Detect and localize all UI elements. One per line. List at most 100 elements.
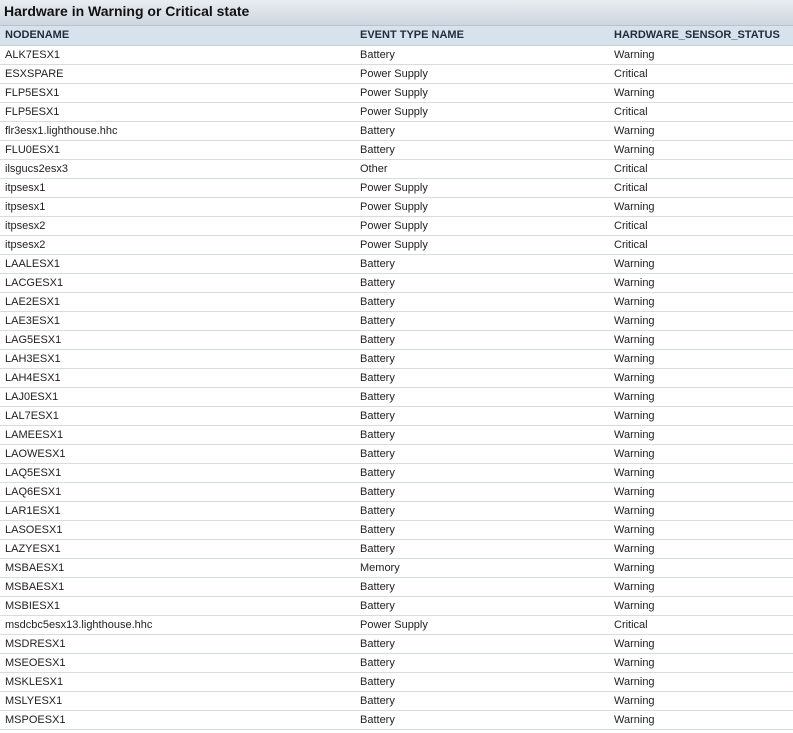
table-row[interactable]: LAH3ESX1 Battery Warning [0, 349, 793, 369]
cell-hardware-sensor-status: Warning [609, 330, 793, 350]
cell-nodename: flr3esx1.lighthouse.hhc [0, 121, 355, 141]
cell-hardware-sensor-status: Warning [609, 634, 793, 654]
cell-event-type-name: Power Supply [355, 235, 609, 255]
cell-nodename: itpsesx2 [0, 235, 355, 255]
cell-hardware-sensor-status: Critical [609, 64, 793, 84]
cell-hardware-sensor-status: Warning [609, 501, 793, 521]
cell-event-type-name: Power Supply [355, 216, 609, 236]
table-row[interactable]: MSDRESX1 Battery Warning [0, 634, 793, 654]
table-row[interactable]: LAJ0ESX1 Battery Warning [0, 387, 793, 407]
table-row[interactable]: LAQ6ESX1 Battery Warning [0, 482, 793, 502]
cell-hardware-sensor-status: Warning [609, 121, 793, 141]
cell-nodename: LAALESX1 [0, 254, 355, 274]
cell-hardware-sensor-status: Warning [609, 710, 793, 730]
table-row[interactable]: LAR1ESX1 Battery Warning [0, 501, 793, 521]
cell-nodename: msdcbc5esx13.lighthouse.hhc [0, 615, 355, 635]
table-row[interactable]: LAALESX1 Battery Warning [0, 254, 793, 274]
cell-event-type-name: Battery [355, 577, 609, 597]
table-row[interactable]: FLP5ESX1 Power Supply Critical [0, 102, 793, 122]
report-table: NODENAME EVENT TYPE NAME HARDWARE_SENSOR… [0, 26, 793, 730]
cell-hardware-sensor-status: Warning [609, 691, 793, 711]
cell-event-type-name: Battery [355, 311, 609, 331]
table-row[interactable]: MSPOESX1 Battery Warning [0, 710, 793, 730]
table-row[interactable]: LACGESX1 Battery Warning [0, 273, 793, 293]
column-header-event-type-name[interactable]: EVENT TYPE NAME [355, 26, 609, 46]
cell-nodename: MSEOESX1 [0, 653, 355, 673]
table-row[interactable]: MSKLESX1 Battery Warning [0, 672, 793, 692]
cell-hardware-sensor-status: Warning [609, 387, 793, 407]
cell-event-type-name: Battery [355, 482, 609, 502]
cell-event-type-name: Battery [355, 254, 609, 274]
cell-nodename: LAE3ESX1 [0, 311, 355, 331]
table-row[interactable]: MSBIESX1 Battery Warning [0, 596, 793, 616]
cell-hardware-sensor-status: Warning [609, 596, 793, 616]
table-row[interactable]: MSBAESX1 Memory Warning [0, 558, 793, 578]
cell-hardware-sensor-status: Warning [609, 273, 793, 293]
cell-event-type-name: Battery [355, 634, 609, 654]
cell-nodename: itpsesx1 [0, 197, 355, 217]
cell-event-type-name: Battery [355, 672, 609, 692]
report-title: Hardware in Warning or Critical state [0, 0, 793, 26]
column-header-nodename[interactable]: NODENAME [0, 26, 355, 46]
table-row[interactable]: MSLYESX1 Battery Warning [0, 691, 793, 711]
cell-nodename: LAOWESX1 [0, 444, 355, 464]
cell-hardware-sensor-status: Critical [609, 235, 793, 255]
table-row[interactable]: ALK7ESX1 Battery Warning [0, 45, 793, 65]
column-header-hardware-sensor-status[interactable]: HARDWARE_SENSOR_STATUS [609, 26, 793, 46]
table-row[interactable]: msdcbc5esx13.lighthouse.hhc Power Supply C… [0, 615, 793, 635]
cell-hardware-sensor-status: Critical [609, 159, 793, 179]
cell-event-type-name: Power Supply [355, 615, 609, 635]
cell-nodename: itpsesx2 [0, 216, 355, 236]
cell-event-type-name: Power Supply [355, 197, 609, 217]
table-row[interactable]: LAE2ESX1 Battery Warning [0, 292, 793, 312]
cell-nodename: LACGESX1 [0, 273, 355, 293]
cell-event-type-name: Battery [355, 596, 609, 616]
table-row[interactable]: flr3esx1.lighthouse.hhc Battery Warning [0, 121, 793, 141]
cell-nodename: LAL7ESX1 [0, 406, 355, 426]
cell-event-type-name: Power Supply [355, 64, 609, 84]
cell-nodename: LAJ0ESX1 [0, 387, 355, 407]
table-row[interactable]: itpsesx2 Power Supply Critical [0, 235, 793, 255]
cell-event-type-name: Battery [355, 520, 609, 540]
table-row[interactable]: LAZYESX1 Battery Warning [0, 539, 793, 559]
table-row[interactable]: ilsgucs2esx3 Other Critical [0, 159, 793, 179]
table-row[interactable]: LAG5ESX1 Battery Warning [0, 330, 793, 350]
table-row[interactable]: FLP5ESX1 Power Supply Warning [0, 83, 793, 103]
table-row[interactable]: LAE3ESX1 Battery Warning [0, 311, 793, 331]
table-row[interactable]: itpsesx2 Power Supply Critical [0, 216, 793, 236]
cell-hardware-sensor-status: Warning [609, 83, 793, 103]
table-row[interactable]: LAH4ESX1 Battery Warning [0, 368, 793, 388]
table-row[interactable]: FLU0ESX1 Battery Warning [0, 140, 793, 160]
cell-event-type-name: Battery [355, 45, 609, 65]
table-header-row: NODENAME EVENT TYPE NAME HARDWARE_SENSOR… [0, 26, 793, 46]
cell-event-type-name: Battery [355, 653, 609, 673]
table-row[interactable]: itpsesx1 Power Supply Critical [0, 178, 793, 198]
table-row[interactable]: MSEOESX1 Battery Warning [0, 653, 793, 673]
cell-nodename: MSKLESX1 [0, 672, 355, 692]
cell-event-type-name: Battery [355, 539, 609, 559]
cell-hardware-sensor-status: Critical [609, 102, 793, 122]
cell-hardware-sensor-status: Warning [609, 140, 793, 160]
table-row[interactable]: LAOWESX1 Battery Warning [0, 444, 793, 464]
cell-hardware-sensor-status: Warning [609, 406, 793, 426]
cell-hardware-sensor-status: Warning [609, 577, 793, 597]
table-row[interactable]: MSBAESX1 Battery Warning [0, 577, 793, 597]
table-row[interactable]: ESXSPARE Power Supply Critical [0, 64, 793, 84]
cell-hardware-sensor-status: Critical [609, 178, 793, 198]
cell-nodename: LASOESX1 [0, 520, 355, 540]
cell-nodename: LAH4ESX1 [0, 368, 355, 388]
table-row[interactable]: LAL7ESX1 Battery Warning [0, 406, 793, 426]
cell-hardware-sensor-status: Warning [609, 520, 793, 540]
table-row[interactable]: LASOESX1 Battery Warning [0, 520, 793, 540]
cell-event-type-name: Battery [355, 140, 609, 160]
cell-event-type-name: Battery [355, 387, 609, 407]
table-row[interactable]: LAMEESX1 Battery Warning [0, 425, 793, 445]
cell-nodename: MSDRESX1 [0, 634, 355, 654]
cell-hardware-sensor-status: Warning [609, 444, 793, 464]
table-row[interactable]: itpsesx1 Power Supply Warning [0, 197, 793, 217]
cell-nodename: LAR1ESX1 [0, 501, 355, 521]
cell-hardware-sensor-status: Warning [609, 482, 793, 502]
cell-event-type-name: Battery [355, 368, 609, 388]
cell-nodename: MSBAESX1 [0, 558, 355, 578]
table-row[interactable]: LAQ5ESX1 Battery Warning [0, 463, 793, 483]
